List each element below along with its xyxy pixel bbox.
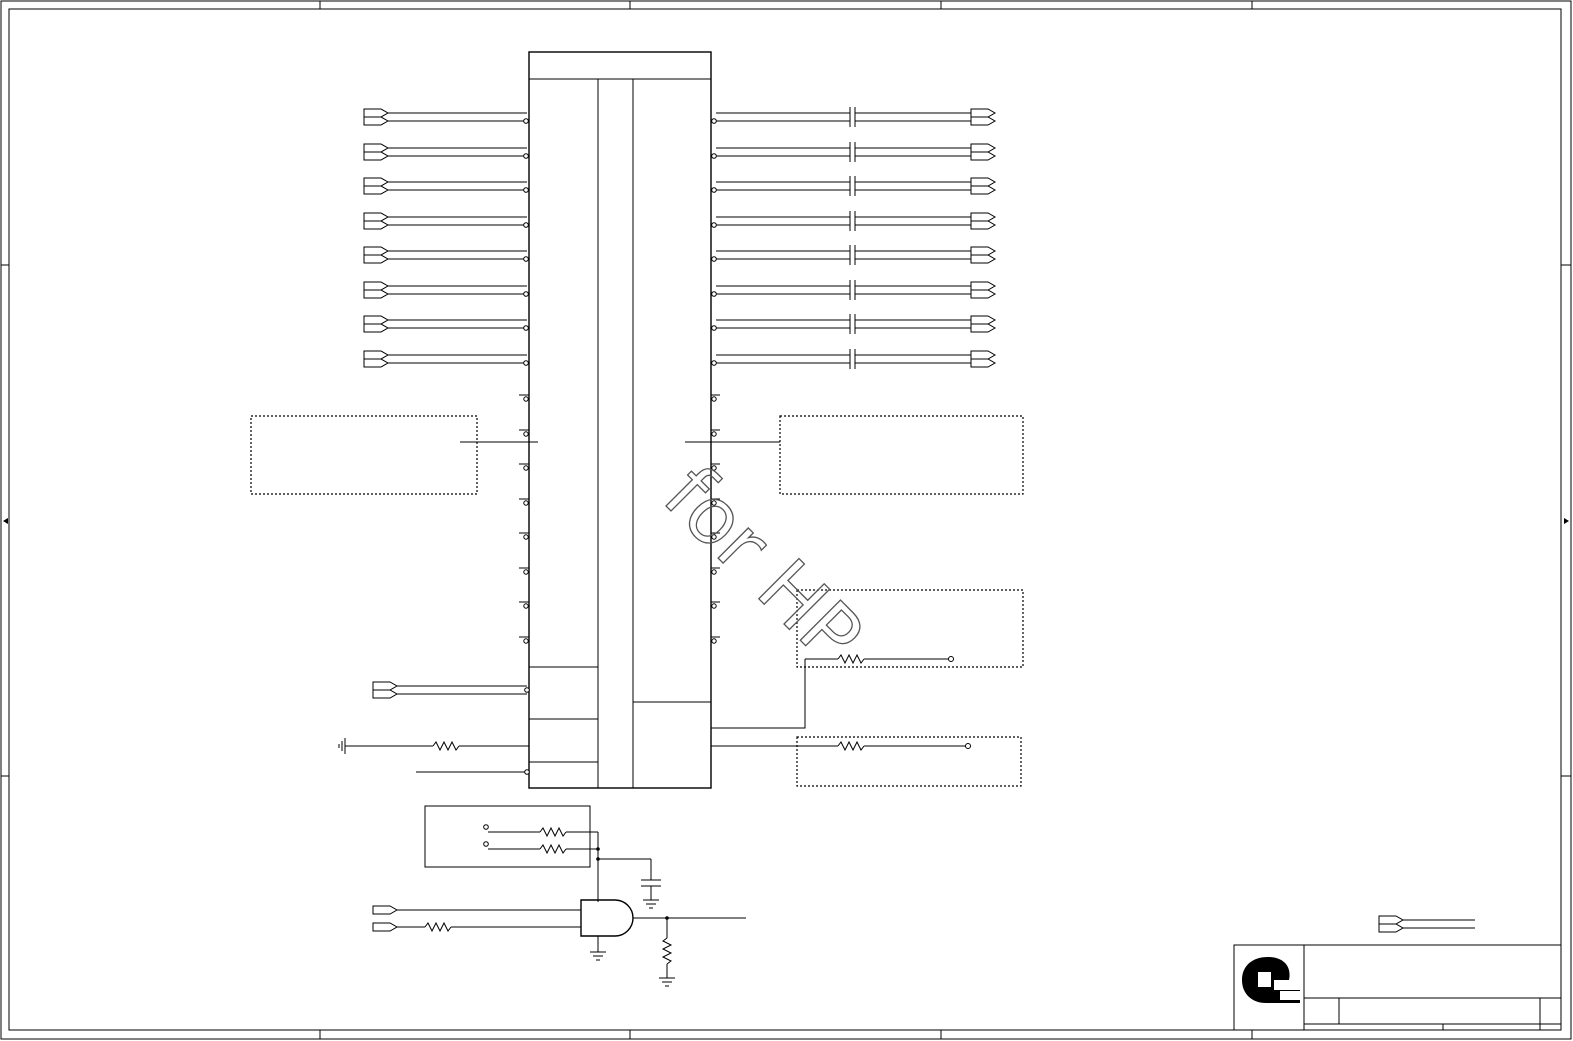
schematic-sheet: for HP bbox=[0, 0, 1572, 1040]
input-lane-8 bbox=[363, 350, 529, 368]
nc-pin-pair-6 bbox=[519, 567, 720, 575]
nc-pin-pair-1 bbox=[519, 394, 720, 402]
input-lane-3 bbox=[363, 177, 529, 195]
output-lane-2 bbox=[711, 142, 997, 162]
differential-input-lower bbox=[372, 681, 530, 699]
option-group-resistor-2 bbox=[711, 736, 1022, 787]
watermark-text: for HP bbox=[647, 450, 879, 682]
input-lane-7 bbox=[363, 315, 529, 333]
main-ic bbox=[528, 51, 712, 789]
input-lane-5 bbox=[363, 246, 529, 264]
nc-pin-pair-8 bbox=[519, 636, 720, 644]
sheet-frame bbox=[0, 0, 1572, 1040]
reset-resistor-box bbox=[424, 805, 598, 868]
resistor bbox=[539, 843, 567, 855]
output-lane-5 bbox=[711, 245, 997, 265]
output-lane-4 bbox=[711, 211, 997, 231]
nc-pin-pair-2 bbox=[519, 429, 720, 437]
and-gate bbox=[580, 899, 634, 937]
resistor bbox=[837, 740, 865, 752]
title-block bbox=[1233, 944, 1562, 1031]
resistor bbox=[837, 653, 865, 665]
resistor bbox=[424, 921, 452, 933]
output-lane-6 bbox=[711, 280, 997, 300]
and-gate-circuit bbox=[372, 832, 746, 987]
single-input-line bbox=[416, 769, 530, 775]
output-lane-3 bbox=[711, 176, 997, 196]
output-lane-7 bbox=[711, 314, 997, 334]
resistor bbox=[661, 937, 673, 965]
offpage-connector-corner bbox=[1378, 915, 1475, 933]
input-lane-2 bbox=[363, 143, 529, 161]
input-lane-4 bbox=[363, 212, 529, 230]
output-lane-1 bbox=[711, 107, 997, 127]
input-lane-1 bbox=[363, 108, 529, 126]
right-output-lanes bbox=[711, 107, 997, 369]
watermark: for HP bbox=[646, 449, 879, 682]
ground-resistor-net bbox=[338, 738, 529, 754]
input-lane-6 bbox=[363, 281, 529, 299]
resistor bbox=[539, 826, 567, 838]
option-group-left bbox=[250, 415, 538, 495]
resistor bbox=[432, 740, 460, 752]
left-input-lanes bbox=[363, 108, 529, 368]
output-lane-8 bbox=[711, 349, 997, 369]
company-logo bbox=[1242, 957, 1300, 1003]
nc-pin-pair-7 bbox=[519, 601, 720, 609]
